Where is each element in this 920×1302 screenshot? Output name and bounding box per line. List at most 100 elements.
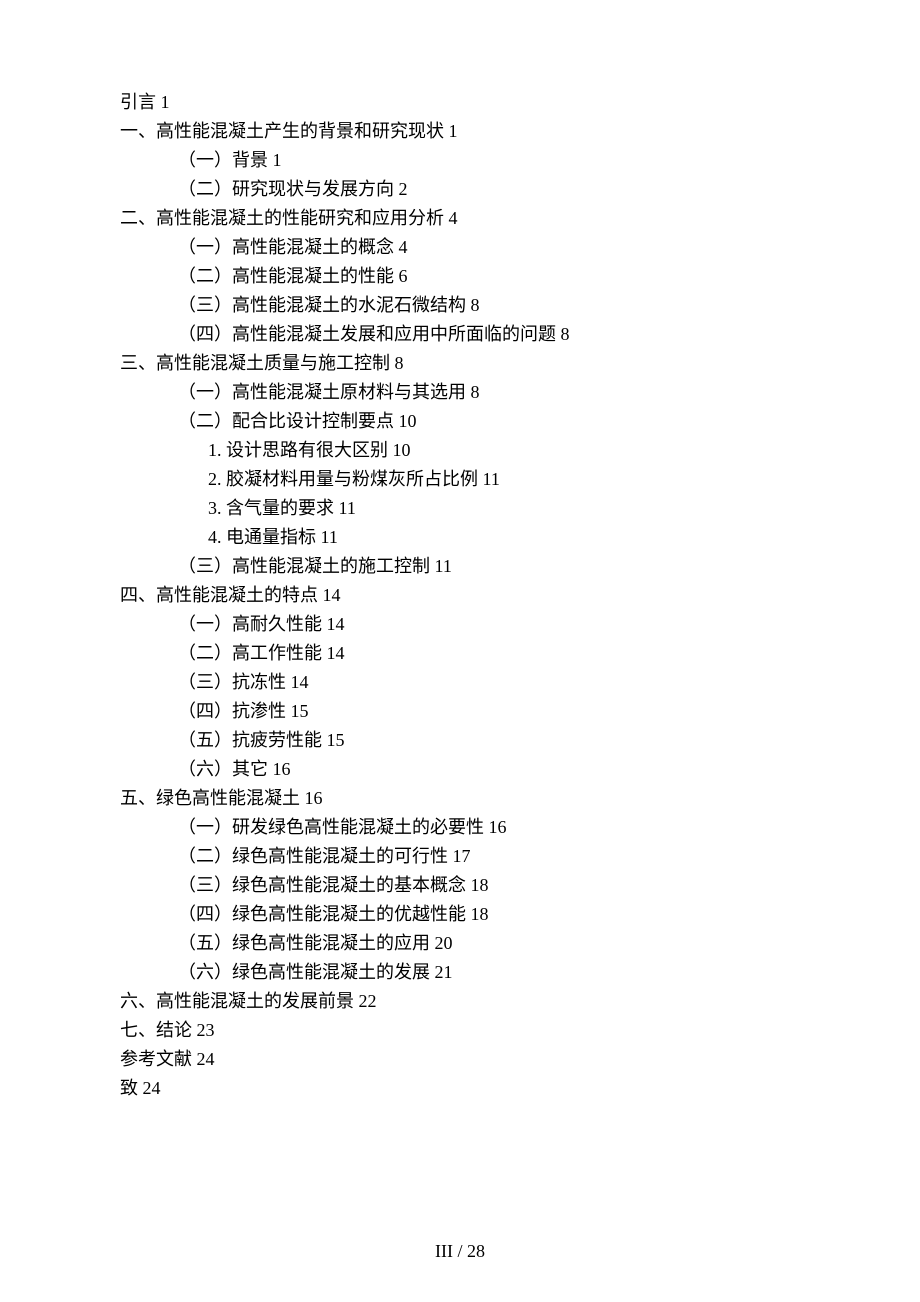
toc-label: 六、高性能混凝土的发展前景 bbox=[120, 991, 354, 1011]
toc-label: （六）其它 bbox=[178, 759, 268, 779]
toc-label: （三）高性能混凝土的施工控制 bbox=[178, 556, 430, 576]
toc-label: 1. 设计思路有很大区别 bbox=[208, 440, 388, 460]
toc-page: 15 bbox=[286, 701, 309, 721]
toc-page: 11 bbox=[430, 556, 452, 576]
toc-entry: 4. 电通量指标 11 bbox=[208, 523, 800, 552]
toc-page: 15 bbox=[322, 730, 345, 750]
toc-page: 14 bbox=[318, 585, 341, 605]
toc-label: 参考文献 bbox=[120, 1049, 192, 1069]
toc-label: （一）背景 bbox=[178, 150, 268, 170]
toc-label: （三）抗冻性 bbox=[178, 672, 286, 692]
toc-page: 1 bbox=[444, 121, 458, 141]
toc-label: （五）绿色高性能混凝土的应用 bbox=[178, 933, 430, 953]
toc-page: 8 bbox=[556, 324, 570, 344]
toc-label: （四）绿色高性能混凝土的优越性能 bbox=[178, 904, 466, 924]
toc-page: 11 bbox=[316, 527, 338, 547]
toc-label: （四）抗渗性 bbox=[178, 701, 286, 721]
toc-entry: （三）高性能混凝土的施工控制 11 bbox=[178, 552, 800, 581]
toc-page: 16 bbox=[484, 817, 507, 837]
toc-entry: （四）绿色高性能混凝土的优越性能 18 bbox=[178, 900, 800, 929]
toc-label: 3. 含气量的要求 bbox=[208, 498, 334, 518]
toc-page: 4 bbox=[394, 237, 408, 257]
toc-page: 8 bbox=[466, 295, 480, 315]
toc-entry: （六）其它 16 bbox=[178, 755, 800, 784]
toc-page: 24 bbox=[192, 1049, 215, 1069]
toc-label: （二）绿色高性能混凝土的可行性 bbox=[178, 846, 448, 866]
toc-entry: （五）抗疲劳性能 15 bbox=[178, 726, 800, 755]
toc-entry: （三）绿色高性能混凝土的基本概念 18 bbox=[178, 871, 800, 900]
toc-entry: 四、高性能混凝土的特点 14 bbox=[120, 581, 800, 610]
toc-page: 1 bbox=[268, 150, 282, 170]
toc-entry: 三、高性能混凝土质量与施工控制 8 bbox=[120, 349, 800, 378]
toc-page: 2 bbox=[394, 179, 408, 199]
toc-page: 18 bbox=[466, 875, 489, 895]
toc-page: 16 bbox=[268, 759, 291, 779]
toc-label: 一、高性能混凝土产生的背景和研究现状 bbox=[120, 121, 444, 141]
toc-page: 14 bbox=[286, 672, 309, 692]
toc-label: 四、高性能混凝土的特点 bbox=[120, 585, 318, 605]
toc-entry: （四）抗渗性 15 bbox=[178, 697, 800, 726]
toc-entry: 六、高性能混凝土的发展前景 22 bbox=[120, 987, 800, 1016]
toc-page: 20 bbox=[430, 933, 453, 953]
toc-label: 引言 bbox=[120, 92, 156, 112]
toc-label: （二）配合比设计控制要点 bbox=[178, 411, 394, 431]
toc-entry: （二）绿色高性能混凝土的可行性 17 bbox=[178, 842, 800, 871]
toc-label: 三、高性能混凝土质量与施工控制 bbox=[120, 353, 390, 373]
toc-page: 14 bbox=[322, 614, 345, 634]
toc-label: 二、高性能混凝土的性能研究和应用分析 bbox=[120, 208, 444, 228]
toc-page: 24 bbox=[138, 1078, 161, 1098]
toc-entry: （二）高性能混凝土的性能 6 bbox=[178, 262, 800, 291]
toc-label: （四）高性能混凝土发展和应用中所面临的问题 bbox=[178, 324, 556, 344]
toc-label: （五）抗疲劳性能 bbox=[178, 730, 322, 750]
toc-label: （二）高工作性能 bbox=[178, 643, 322, 663]
toc-label: （三）绿色高性能混凝土的基本概念 bbox=[178, 875, 466, 895]
toc-entry: 二、高性能混凝土的性能研究和应用分析 4 bbox=[120, 204, 800, 233]
toc-label: （一）研发绿色高性能混凝土的必要性 bbox=[178, 817, 484, 837]
toc-entry: 参考文献 24 bbox=[120, 1045, 800, 1074]
toc-page: 10 bbox=[388, 440, 411, 460]
toc-page: 4 bbox=[444, 208, 458, 228]
toc-label: （二）高性能混凝土的性能 bbox=[178, 266, 394, 286]
toc-label: （六）绿色高性能混凝土的发展 bbox=[178, 962, 430, 982]
toc-entry: （一）高耐久性能 14 bbox=[178, 610, 800, 639]
toc-page: 8 bbox=[390, 353, 404, 373]
toc-page: 23 bbox=[192, 1020, 215, 1040]
toc-entry: （三）高性能混凝土的水泥石微结构 8 bbox=[178, 291, 800, 320]
toc-page: 18 bbox=[466, 904, 489, 924]
toc-label: （一）高性能混凝土原材料与其选用 bbox=[178, 382, 466, 402]
toc-entry: 五、绿色高性能混凝土 16 bbox=[120, 784, 800, 813]
toc-entry: （一）研发绿色高性能混凝土的必要性 16 bbox=[178, 813, 800, 842]
toc-entry: 引言 1 bbox=[120, 88, 800, 117]
toc-page: 6 bbox=[394, 266, 408, 286]
toc-label: 4. 电通量指标 bbox=[208, 527, 316, 547]
toc-page: 21 bbox=[430, 962, 453, 982]
toc-entry: （一）高性能混凝土原材料与其选用 8 bbox=[178, 378, 800, 407]
page-footer: III / 28 bbox=[0, 1241, 920, 1262]
toc-label: （一）高耐久性能 bbox=[178, 614, 322, 634]
toc-entry: 3. 含气量的要求 11 bbox=[208, 494, 800, 523]
toc-page: 11 bbox=[478, 469, 500, 489]
toc-label: 致 bbox=[120, 1078, 138, 1098]
toc-entry: 七、结论 23 bbox=[120, 1016, 800, 1045]
toc-entry: （二）研究现状与发展方向 2 bbox=[178, 175, 800, 204]
toc-entry: 一、高性能混凝土产生的背景和研究现状 1 bbox=[120, 117, 800, 146]
toc-entry: （二）配合比设计控制要点 10 bbox=[178, 407, 800, 436]
toc-label: 七、结论 bbox=[120, 1020, 192, 1040]
toc-label: 2. 胶凝材料用量与粉煤灰所占比例 bbox=[208, 469, 478, 489]
toc-label: （一）高性能混凝土的概念 bbox=[178, 237, 394, 257]
toc-entry: （五）绿色高性能混凝土的应用 20 bbox=[178, 929, 800, 958]
toc-label: 五、绿色高性能混凝土 bbox=[120, 788, 300, 808]
toc-page: 10 bbox=[394, 411, 417, 431]
toc-page: 14 bbox=[322, 643, 345, 663]
toc-entry: （六）绿色高性能混凝土的发展 21 bbox=[178, 958, 800, 987]
toc-entry: （二）高工作性能 14 bbox=[178, 639, 800, 668]
toc-entry: （一）背景 1 bbox=[178, 146, 800, 175]
toc-page: 8 bbox=[466, 382, 480, 402]
toc-label: （二）研究现状与发展方向 bbox=[178, 179, 394, 199]
toc-page: 16 bbox=[300, 788, 323, 808]
toc-entry: （四）高性能混凝土发展和应用中所面临的问题 8 bbox=[178, 320, 800, 349]
toc-page: 11 bbox=[334, 498, 356, 518]
toc-entry: （一）高性能混凝土的概念 4 bbox=[178, 233, 800, 262]
toc-label: （三）高性能混凝土的水泥石微结构 bbox=[178, 295, 466, 315]
toc-page: 22 bbox=[354, 991, 377, 1011]
